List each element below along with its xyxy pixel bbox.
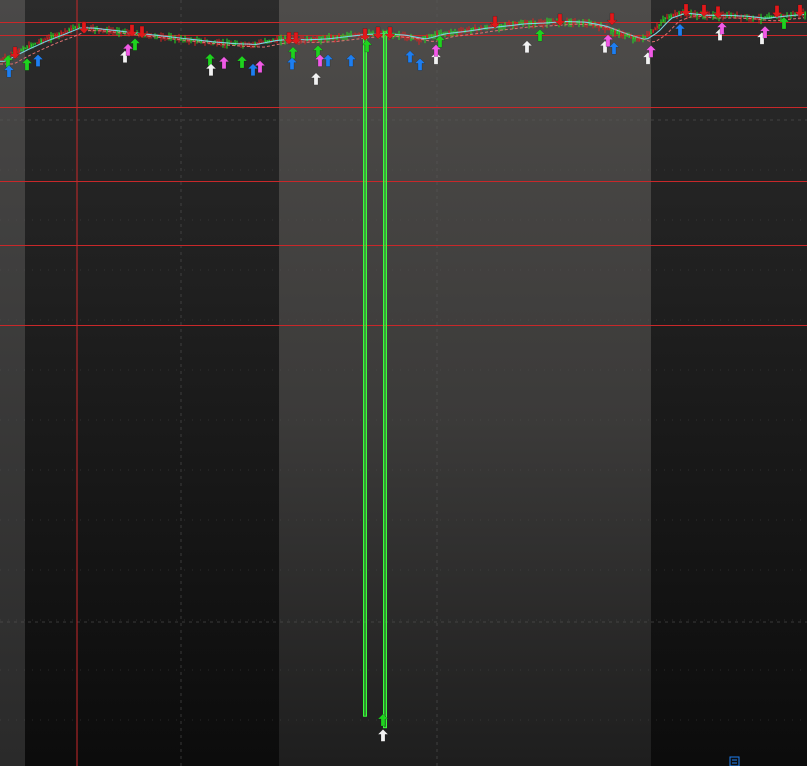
candle-body [640,39,642,41]
candle-body [62,32,64,34]
candle-body [36,42,38,44]
candle-body [50,35,52,39]
candle-body [676,12,678,16]
trading-chart[interactable] [0,0,807,766]
candle-body [70,28,72,31]
candle-body [606,27,608,30]
candle-body [636,38,638,40]
candle-body [608,28,610,31]
candle-body [610,29,612,31]
candle-body [656,25,658,28]
candle-body [32,44,34,46]
candle-body [60,31,62,35]
candle-body [644,36,646,38]
candle-body [38,41,40,43]
candle-body [68,28,70,32]
candle-body [612,29,614,33]
candle-body [432,35,434,37]
candle-body [30,44,32,47]
candle-body [630,36,632,38]
candle-body [638,38,640,41]
candle-body [646,34,648,37]
session-band-dark-2 [651,0,807,766]
candle-body [26,46,28,49]
candle-body [400,35,402,37]
candle-body [664,17,666,19]
candle-body [18,49,20,53]
candle-body [56,33,58,36]
candle-body [666,17,668,19]
candle-body [650,32,652,34]
candle-body [652,29,654,33]
candle-body [674,13,676,17]
candle-body [654,27,656,31]
candle-body [660,22,662,24]
candle-body [670,15,672,18]
candle-body [34,43,36,45]
candle-body [40,39,42,43]
candle-body [66,30,68,32]
candle-body [648,32,650,36]
candle-body [434,34,436,36]
session-band-mid [279,0,651,766]
candle-body [440,32,442,35]
candle-body [72,27,74,29]
candle-body [628,35,630,38]
session-band-left [0,0,25,766]
candle-body [688,14,690,16]
candle-body [804,12,806,16]
candle-body [24,48,26,50]
session-band-dark-1 [25,0,279,766]
candle-body [428,36,430,38]
candle-body [618,32,620,35]
candle-body [64,31,66,33]
candle-body [54,33,56,38]
candle-body [46,37,48,40]
candle-body [614,30,616,34]
candle-body [48,37,50,39]
candle-body [44,39,46,41]
candle-body [74,26,76,29]
candle-body [616,30,618,35]
candle-body [58,33,60,35]
candle-body [28,44,30,48]
candle-body [42,40,44,42]
candle-body [672,14,674,17]
session-backgrounds [0,0,807,766]
candle-body [668,16,670,18]
candle-body [692,14,694,16]
candle-body [678,12,680,14]
candle-body [662,19,664,22]
candle-body [624,34,626,36]
candle-body [22,47,24,51]
candle-body [52,35,54,38]
candle-body [634,37,636,40]
chart-canvas[interactable] [0,0,807,766]
candle-body [622,33,624,36]
candle-body [620,32,622,36]
candle-body [626,35,628,37]
candle-body [20,49,22,51]
candle-body [658,24,660,26]
candle-body [602,27,604,29]
